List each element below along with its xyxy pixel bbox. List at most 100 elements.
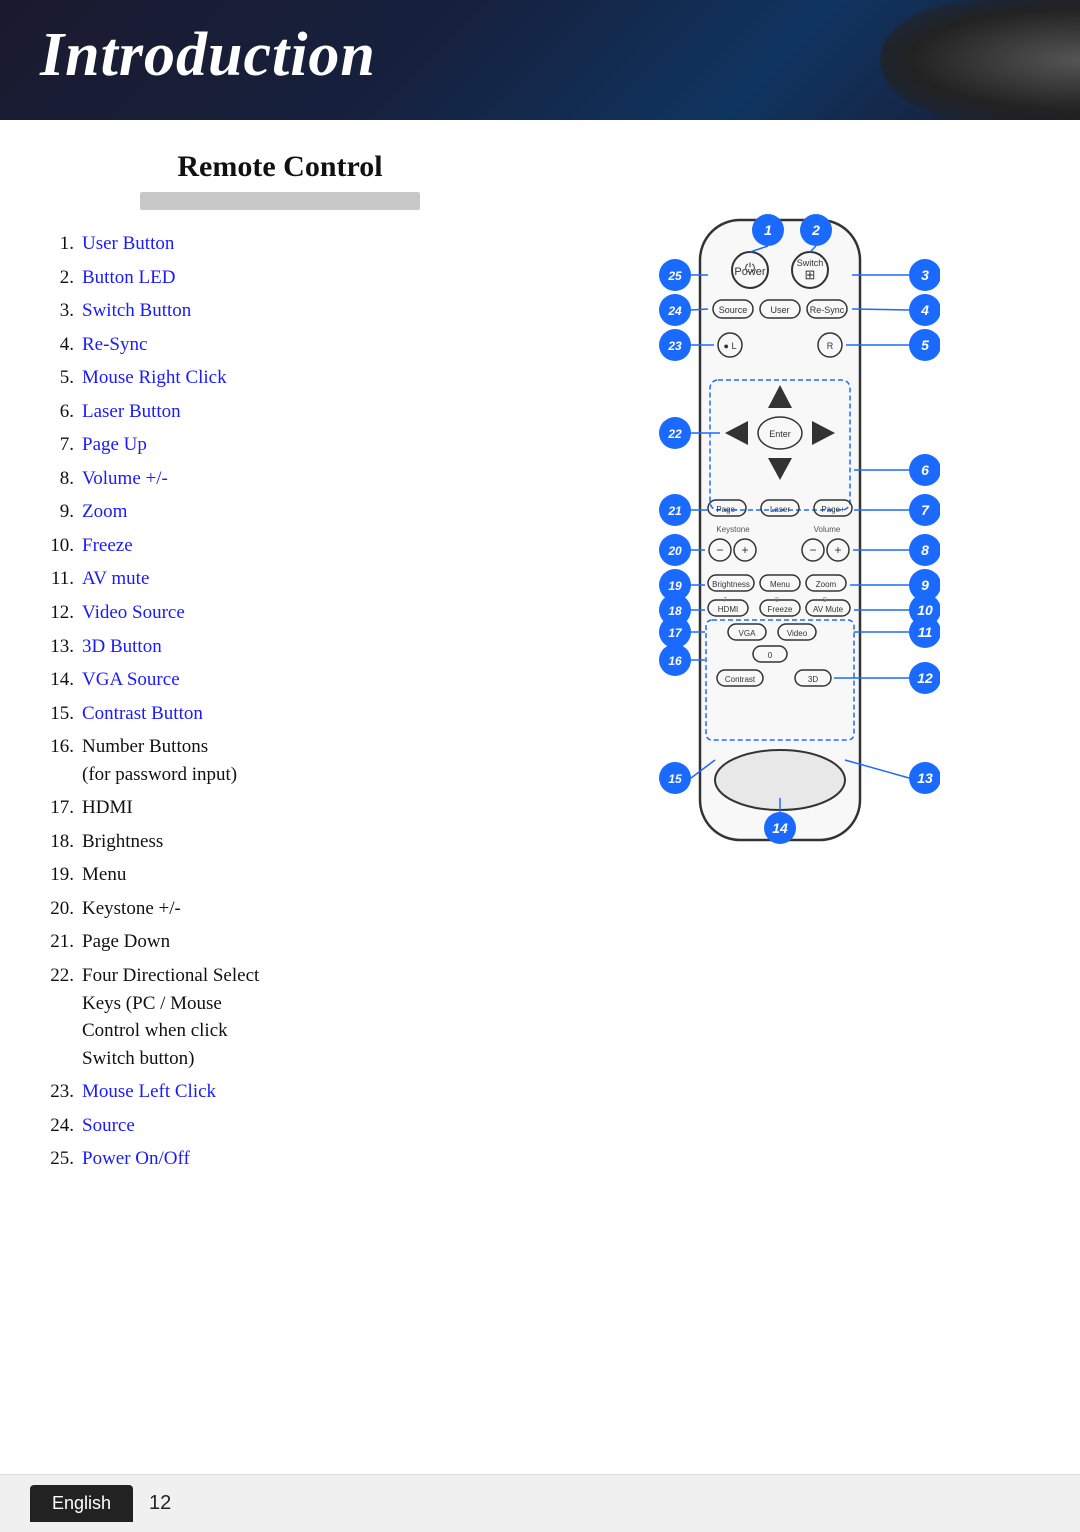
svg-text:Source: Source	[719, 305, 748, 315]
svg-text:8: 8	[775, 597, 779, 604]
list-item: 17.HDMI	[40, 794, 520, 822]
item-label: Freeze	[82, 532, 133, 560]
svg-text:19: 19	[668, 579, 682, 593]
item-label: Contrast Button	[82, 700, 203, 728]
svg-text:Page+: Page+	[821, 505, 845, 514]
svg-text:Zoom: Zoom	[816, 580, 837, 589]
list-item: 24.Source	[40, 1112, 520, 1140]
item-label: 3D Button	[82, 633, 162, 661]
list-item: 5.Mouse Right Click	[40, 364, 520, 392]
item-number: 17.	[40, 794, 82, 822]
list-item: 4.Re-Sync	[40, 331, 520, 359]
item-number: 9.	[40, 498, 82, 526]
item-label: Menu	[82, 861, 126, 889]
list-item: 20.Keystone +/-	[40, 895, 520, 923]
svg-text:12: 12	[917, 670, 933, 686]
list-item: 15.Contrast Button	[40, 700, 520, 728]
item-number: 15.	[40, 700, 82, 728]
svg-text:User: User	[770, 305, 789, 315]
svg-text:Brightness: Brightness	[712, 580, 750, 589]
item-label: Laser Button	[82, 398, 181, 426]
svg-text:Freeze: Freeze	[768, 605, 793, 614]
left-panel: Remote Control 1.User Button2.Button LED…	[40, 150, 520, 1179]
item-number: 16.	[40, 733, 82, 761]
item-label: User Button	[82, 230, 174, 258]
remote-diagram: Power ⏻ Switch ⊞ Source User Re-Sync ● L	[620, 160, 960, 945]
svg-text:5: 5	[921, 337, 929, 353]
svg-text:10: 10	[917, 602, 933, 618]
item-label: Brightness	[82, 828, 163, 856]
item-label: Source	[82, 1112, 135, 1140]
svg-text:⊞: ⊞	[805, 267, 816, 282]
svg-text:23: 23	[667, 339, 682, 353]
svg-text:1: 1	[764, 222, 772, 238]
svg-text:25: 25	[667, 269, 682, 283]
item-label: AV mute	[82, 565, 149, 593]
item-number: 13.	[40, 633, 82, 661]
list-item: 19.Menu	[40, 861, 520, 889]
list-item: 2.Button LED	[40, 264, 520, 292]
item-number: 18.	[40, 828, 82, 856]
item-number: 10.	[40, 532, 82, 560]
svg-text:HDMI: HDMI	[718, 605, 738, 614]
svg-text:2: 2	[811, 222, 820, 238]
svg-text:6: 6	[921, 462, 929, 478]
item-number: 11.	[40, 565, 82, 593]
main-content: Remote Control 1.User Button2.Button LED…	[0, 120, 1080, 1239]
svg-text:3D: 3D	[808, 675, 818, 684]
svg-text:−: −	[809, 543, 816, 557]
item-number: 21.	[40, 928, 82, 956]
item-number: 25.	[40, 1145, 82, 1173]
section-heading: Remote Control	[40, 150, 520, 184]
item-number: 20.	[40, 895, 82, 923]
list-item: 14.VGA Source	[40, 666, 520, 694]
item-label: Button LED	[82, 264, 175, 292]
footer-bar: English 12	[0, 1474, 1080, 1532]
svg-text:21: 21	[667, 504, 682, 518]
item-number: 23.	[40, 1078, 82, 1106]
item-number: 2.	[40, 264, 82, 292]
page-number: 12	[149, 1492, 171, 1515]
list-item: 11.AV mute	[40, 565, 520, 593]
item-label: Zoom	[82, 498, 127, 526]
item-label: Four Directional SelectKeys (PC / MouseC…	[82, 962, 259, 1072]
item-number: 19.	[40, 861, 82, 889]
header: Introduction	[0, 0, 1080, 120]
svg-text:Re-Sync: Re-Sync	[810, 305, 845, 315]
heading-underbar	[140, 192, 420, 210]
item-label: Power On/Off	[82, 1145, 190, 1173]
svg-text:7: 7	[723, 597, 727, 604]
list-item: 10.Freeze	[40, 532, 520, 560]
page-title: Introduction	[40, 20, 376, 91]
svg-text:16: 16	[668, 654, 682, 668]
svg-text:14: 14	[772, 820, 788, 836]
item-number: 8.	[40, 465, 82, 493]
svg-text:Enter: Enter	[769, 429, 791, 439]
svg-text:15: 15	[668, 772, 682, 786]
item-label: Mouse Left Click	[82, 1078, 216, 1106]
svg-text:Page-: Page-	[716, 505, 738, 514]
list-item: 23.Mouse Left Click	[40, 1078, 520, 1106]
svg-text:● L: ● L	[724, 341, 737, 351]
svg-text:+: +	[741, 543, 748, 557]
list-item: 12.Video Source	[40, 599, 520, 627]
item-label: VGA Source	[82, 666, 180, 694]
svg-text:Laser: Laser	[770, 505, 790, 514]
language-tab: English	[30, 1485, 133, 1522]
svg-text:11: 11	[918, 624, 933, 640]
list-item: 21.Page Down	[40, 928, 520, 956]
item-label: Switch Button	[82, 297, 191, 325]
svg-text:AV Mute: AV Mute	[813, 605, 844, 614]
svg-text:9: 9	[823, 597, 827, 604]
item-number: 6.	[40, 398, 82, 426]
item-number: 1.	[40, 230, 82, 258]
item-label: Video Source	[82, 599, 185, 627]
item-number: 22.	[40, 962, 82, 990]
svg-text:13: 13	[917, 770, 933, 786]
svg-text:Keystone: Keystone	[716, 525, 750, 534]
right-panel: Power ⏻ Switch ⊞ Source User Re-Sync ● L	[540, 150, 1040, 1179]
list-item: 16.Number Buttons(for password input)	[40, 733, 520, 788]
item-number: 24.	[40, 1112, 82, 1140]
list-item: 7.Page Up	[40, 431, 520, 459]
svg-text:Video: Video	[787, 629, 808, 638]
